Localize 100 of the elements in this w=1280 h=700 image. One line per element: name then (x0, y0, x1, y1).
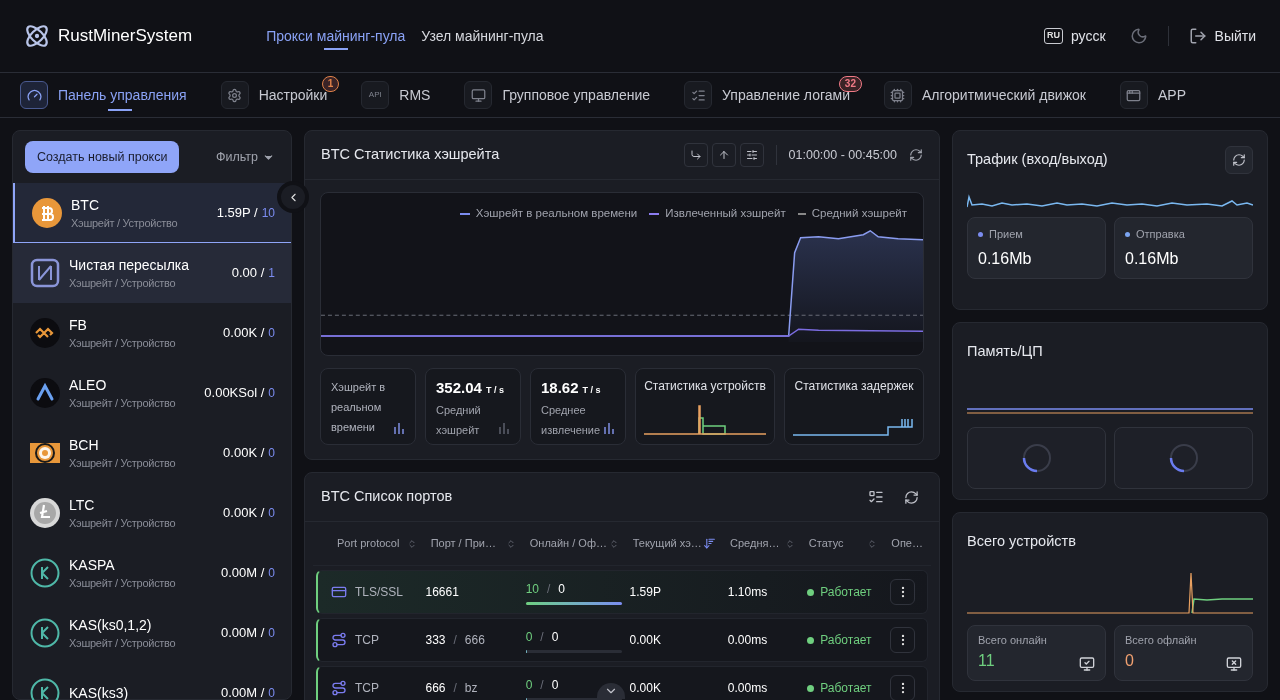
stat-label: Статистика устройств (644, 378, 766, 395)
top-tab[interactable]: Прокси майнинг-пула (266, 0, 406, 72)
proxy-item[interactable]: KAS(ks3) 0.00M / 0 (13, 663, 291, 700)
nav-tab[interactable]: Групповое управление (464, 73, 651, 117)
top-tab[interactable]: Узел майнинг-пула (421, 0, 544, 72)
proxy-item[interactable]: LTC Хэшрейт / Устройство 0.00K / 0 (13, 483, 291, 543)
proxy-item[interactable]: KAS(ks0,1,2) Хэшрейт / Устройство 0.00M / 0 (13, 603, 291, 663)
count-badge: 32 (838, 76, 862, 92)
proxy-subtitle: Хэшрейт / Устройство (69, 396, 177, 411)
traffic-label: Прием (989, 227, 1023, 242)
hashrate-cell-text: 1.59P (629, 584, 662, 601)
sort-icon[interactable] (608, 538, 619, 549)
refresh-icon[interactable] (904, 489, 919, 505)
traffic-value: 0.16Mb (978, 248, 1033, 269)
online-count: 10 (525, 580, 539, 598)
stat-unit: T / s (582, 384, 601, 397)
proxy-name: Чистая пересылка (69, 256, 191, 275)
refresh-button[interactable] (1225, 146, 1253, 174)
status-cell-text: Работает (820, 632, 872, 649)
nav-icon (690, 87, 706, 103)
proxy-devices: 0 (268, 565, 275, 582)
nav-tab[interactable]: Панель управления (20, 73, 187, 117)
sort-icon[interactable] (406, 538, 417, 549)
create-proxy-button[interactable]: Создать новый прокси (25, 141, 180, 173)
port-cell-text: 333 (425, 632, 446, 649)
column-header[interactable]: Онлайн / Оф… (529, 535, 607, 552)
proxy-item[interactable]: Чистая пересылка Хэшрейт / Устройство 0.00 / 1 (13, 243, 291, 303)
arrow-up-icon (717, 149, 730, 161)
column-header[interactable]: Port protocol (337, 535, 400, 552)
count-separator: / (547, 580, 551, 598)
count-separator: / (540, 676, 544, 694)
loading-spinner (1167, 442, 1200, 474)
chart-tool-button[interactable] (683, 143, 708, 167)
proxy-devices: 1 (268, 265, 275, 282)
nav-tab[interactable]: API RMS (361, 73, 431, 117)
offline-count: 0 (551, 676, 559, 694)
proxy-devices: 0 (268, 385, 275, 402)
port-row[interactable]: TCP 666 / bz 0 / 0 0.00K 0.00ms Работает (316, 666, 928, 700)
sort-icon[interactable] (505, 538, 516, 549)
proxy-devices: 10 (261, 204, 275, 222)
proxy-subtitle: Хэшрейт / Устройство (69, 456, 177, 471)
device-count-label: Всего офлайн (1125, 633, 1198, 648)
port-row[interactable]: TCP 333 / 666 0 / 0 0.00K 0.00ms Работает (316, 618, 928, 662)
proxy-name: ALEO (69, 376, 108, 395)
coin-icon (31, 196, 63, 229)
proxy-item[interactable]: FB Хэшрейт / Устройство 0.00K / 0 (13, 303, 291, 363)
chart-tool-button[interactable] (739, 143, 764, 167)
time-range: 01:00:00 - 00:45:00 (788, 146, 897, 164)
sort-active-icon[interactable] (703, 537, 717, 550)
stat-value: 352.04 (436, 378, 482, 398)
sort-icon[interactable] (867, 538, 878, 549)
column-header[interactable]: Статус (808, 535, 844, 552)
proxy-item[interactable]: ALEO Хэшрейт / Устройство 0.00KSol / 0 (13, 363, 291, 423)
protocol-cell-text: TCP (355, 680, 379, 697)
coin-icon (29, 617, 61, 649)
column-header[interactable]: Опе… (891, 535, 923, 552)
stat-label: Хэшрейт в реальном времени (331, 380, 387, 435)
protocol-cell-text: TCP (355, 632, 379, 649)
language-button[interactable]: русск (1070, 26, 1106, 46)
coin-icon (29, 377, 61, 409)
logout-icon (1188, 27, 1207, 45)
proxy-subtitle: Хэшрейт / Устройство (69, 576, 177, 591)
proxy-devices: 0 (268, 685, 275, 700)
status-cell-text: Работает (820, 584, 872, 601)
proxy-item[interactable]: BTC Хэшрейт / Устройство 1.59P / 10 (13, 183, 291, 243)
filter-dropdown[interactable]: Фильтр (216, 147, 275, 167)
port-row[interactable]: TLS/SSL 16661 10 / 0 1.59P 1.10ms Работает (316, 570, 928, 614)
nav-tab[interactable]: APP (1119, 73, 1186, 117)
brand-name: RustMinerSystem (58, 25, 193, 48)
port-secondary: 666 (464, 632, 485, 649)
column-header[interactable]: Средня… (730, 535, 780, 552)
nav-icon (890, 87, 906, 103)
proxy-item[interactable]: BCH Хэшрейт / Устройство 0.00K / 0 (13, 423, 291, 483)
api-label: API (368, 89, 382, 101)
bar-chart-icon (603, 422, 615, 434)
nav-tab[interactable]: Алгоритмический движок (883, 73, 1086, 117)
proxy-subtitle: Хэшрейт / Устройство (69, 276, 177, 291)
sort-icon[interactable] (784, 538, 795, 549)
hashrate-cell-text: 0.00K (629, 632, 662, 649)
refresh-icon[interactable] (909, 148, 923, 162)
coin-icon (29, 557, 61, 589)
proxy-subtitle: Хэшрейт / Устройство (69, 516, 177, 531)
proxy-name: KAS(ks0,1,2) (69, 616, 153, 635)
column-header[interactable]: Порт / При… (430, 535, 496, 552)
panel-title: BTC Статистика хэшрейта (321, 145, 500, 165)
count-separator: / (540, 628, 544, 646)
column-header[interactable]: Текущий хэ… (632, 535, 702, 552)
chart-tool-button[interactable] (711, 143, 736, 167)
proxy-item[interactable]: KASPA Хэшрейт / Устройство 0.00M / 0 (13, 543, 291, 603)
proxy-hashrate: 1.59P / (216, 203, 258, 222)
bar-chart-icon (498, 422, 510, 434)
column-settings-icon[interactable] (868, 489, 884, 505)
proxy-hashrate: 0.00KSol / (204, 384, 265, 403)
logout-button[interactable]: Выйти (1214, 26, 1256, 46)
online-count: 0 (525, 628, 533, 646)
sliders-icon (745, 149, 758, 161)
moon-icon[interactable] (1129, 27, 1148, 45)
proxy-name: KAS(ks3) (69, 684, 130, 700)
proxy-devices: 0 (268, 625, 275, 642)
proxy-hashrate: 0.00K / (223, 324, 265, 343)
